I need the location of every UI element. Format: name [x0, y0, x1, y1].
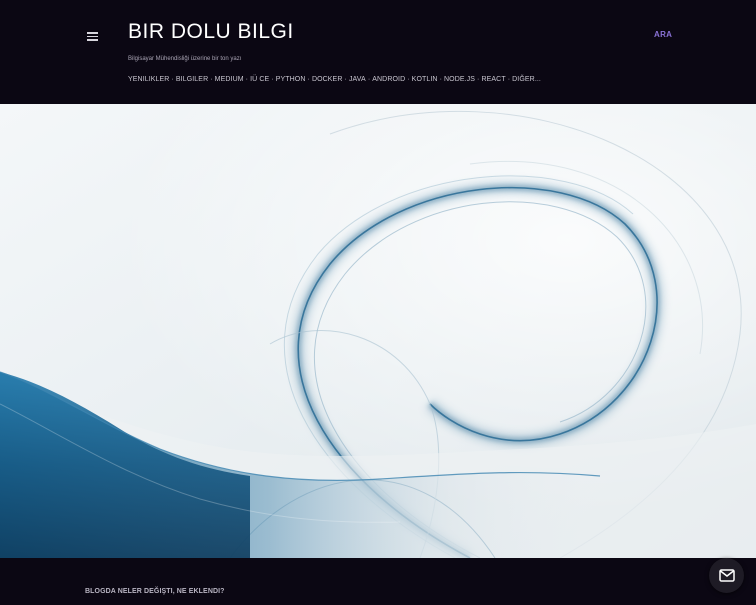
hero-banner-image: [0, 104, 756, 558]
nav-separator: ·: [439, 76, 442, 83]
nav-item-kotlin[interactable]: KOTLIN: [412, 76, 438, 83]
nav-item-yenilikler[interactable]: YENILIKLER: [128, 76, 169, 83]
hamburger-menu-icon[interactable]: [84, 27, 102, 45]
blog-tagline: Bilgisayar Mühendisliği üzerine bir ton …: [128, 56, 242, 62]
nav-item-nodejs[interactable]: NODE.JS: [444, 76, 475, 83]
nav-separator: ·: [307, 76, 310, 83]
nav-separator: ·: [171, 76, 174, 83]
nav-separator: ·: [507, 76, 511, 83]
nav-separator: ·: [367, 76, 371, 83]
blog-title[interactable]: BIR DOLU BILGI: [128, 20, 294, 44]
subscribe-mail-button[interactable]: [709, 558, 744, 593]
nav-item-medium[interactable]: MEDIUM: [215, 76, 244, 83]
mail-icon: [718, 569, 735, 582]
section-title: BLOGDA NELER DEĞIŞTI, NE EKLENDI?: [85, 588, 225, 595]
search-button[interactable]: ARA: [654, 30, 672, 39]
nav-item-bilgiler[interactable]: BILGILER: [176, 76, 208, 83]
nav-item-react[interactable]: REACT: [481, 76, 505, 83]
nav-item-android[interactable]: ANDROID: [372, 76, 405, 83]
page-footer-area: [0, 558, 756, 605]
category-nav: YENILIKLER · BILGILER · MEDIUM · IÜ CE ·…: [128, 76, 541, 83]
nav-separator: ·: [477, 76, 480, 83]
site-header: BIR DOLU BILGI ARA Bilgisayar Mühendisli…: [0, 0, 756, 104]
nav-item-java[interactable]: JAVA: [349, 76, 366, 83]
nav-item-docker[interactable]: DOCKER: [312, 76, 343, 83]
nav-separator: ·: [344, 76, 347, 83]
nav-item-iu-ce[interactable]: IÜ CE: [250, 76, 269, 83]
abstract-swirl-graphic: [0, 104, 756, 558]
nav-separator: ·: [271, 76, 274, 83]
nav-separator: ·: [407, 76, 410, 83]
nav-item-diger[interactable]: DIĞER...: [512, 76, 541, 83]
nav-separator: ·: [210, 76, 213, 83]
nav-separator: ·: [245, 76, 249, 83]
nav-item-python[interactable]: PYTHON: [276, 76, 306, 83]
